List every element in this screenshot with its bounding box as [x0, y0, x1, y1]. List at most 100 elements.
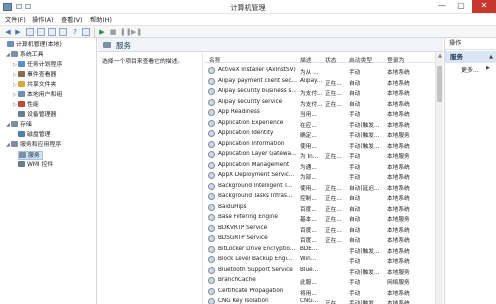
tree-item-label: WMI 控件 [27, 162, 54, 168]
stop-icon[interactable]: ■ [109, 28, 117, 36]
menu-bar: 文件(F) 操作(A) 查看(V) 帮助(H) [0, 14, 496, 25]
properties-icon[interactable] [37, 28, 45, 36]
table-row[interactable]: ActiveX Installer (AxInstSV) 为从 ... 手动 本地系统 [204, 65, 435, 76]
service-name: BitLocker Drive Encryptio... [218, 245, 296, 252]
column-header-name[interactable]: 名称 [209, 55, 221, 64]
scroll-up-icon[interactable]: ▲ [437, 53, 443, 59]
menu-file[interactable]: 文件(F) [5, 15, 26, 24]
table-row[interactable]: BDKVRTP Service 百度... 正在... 自动 本地系统 [204, 223, 435, 234]
tree-item-device-manager[interactable]: 设备管理器 [18, 111, 56, 120]
view-icon[interactable] [82, 28, 90, 36]
play-icon[interactable]: ▶ [98, 28, 106, 36]
table-row[interactable]: Base Filtering Engine 基本... 正在... 自动 本地服务 [204, 212, 435, 223]
menu-action[interactable]: 操作(A) [32, 15, 53, 24]
description-hint: 选择一个项目来查看它的描述。 [102, 59, 184, 65]
toolbar: ◀ ▶ ? ▶ ■ ❚❚ ▶❚ [0, 25, 496, 38]
service-name: Bluetooth Support Service [218, 266, 293, 273]
table-row[interactable]: BDSGRTP Service 百度... 正在... 自动 本地系统 [204, 233, 435, 244]
menu-view[interactable]: 查看(V) [61, 15, 82, 24]
tree-item-label: 性能 [27, 102, 39, 108]
tree-item-task-scheduler[interactable]: ▷ 任务计划程序 [13, 61, 62, 70]
refresh-icon[interactable] [48, 28, 56, 36]
table-row[interactable]: Application Identity 确定... 手动(触发... 本地服务 [204, 128, 435, 139]
description-pane: 选择一个项目来查看它的描述。 [98, 52, 203, 304]
service-description: BDE... [300, 245, 318, 252]
tree-item-label: 服务和应用程序 [20, 142, 62, 148]
maximize-button[interactable]: ▢ [452, 0, 470, 13]
tree-item-wmi-control[interactable]: WMI 控件 [18, 161, 53, 170]
tree-item-local-users-groups[interactable]: ▷ 本地用户和组 [13, 91, 62, 100]
vertical-scrollbar[interactable]: ▲ [435, 52, 443, 304]
table-row[interactable]: Alipay security business s... 为支付... 正在...… [204, 86, 435, 97]
collapse-icon[interactable]: ▲ [489, 51, 493, 63]
table-row[interactable]: Application Information 使用... 手动(触发... 本地系统 [204, 139, 435, 150]
table-row[interactable]: App Readiness 当用... 手动 本地系统 [204, 107, 435, 118]
tree-item-services[interactable]: 服务 [18, 151, 43, 160]
table-row[interactable]: Bluetooth Support Service Blue... 手动(触发...… [204, 265, 435, 276]
minimize-button[interactable]: — [433, 0, 451, 13]
service-status: 正在... [325, 301, 342, 304]
forward-icon[interactable]: ▶ [14, 28, 22, 36]
table-row[interactable]: BranchCache 此服... 手动 网络服务 [204, 275, 435, 286]
tree-item-label: 计算机管理(本地) [16, 42, 62, 48]
users-icon [18, 91, 25, 97]
service-name: App Readiness [218, 109, 260, 115]
service-description: Alipay... [300, 77, 323, 84]
service-name: Application Identity [218, 130, 274, 136]
service-logon-as: 本地系统 [387, 301, 410, 304]
table-row[interactable]: Block Level Backup Engi... Win... 手动 本地系统 [204, 254, 435, 265]
pause-icon[interactable]: ❚❚ [120, 28, 132, 36]
tools-icon [11, 51, 18, 57]
column-header-description[interactable]: 描述 [300, 55, 312, 64]
tree-item-storage[interactable]: ◢ 存储 [6, 121, 32, 130]
service-gear-icon [208, 172, 215, 179]
services-apps-icon [11, 141, 18, 147]
performance-icon [18, 101, 25, 107]
back-icon[interactable]: ◀ [4, 28, 12, 36]
restart-icon[interactable]: ▶❚ [131, 28, 142, 36]
table-row[interactable]: Alipay security service 为支付... 正在... 自动 本地系统 [204, 97, 435, 108]
toolbar-separator [94, 28, 95, 37]
table-row[interactable]: Application Experience 在应... 手动(触发... 本地系统 [204, 118, 435, 129]
close-button[interactable]: ✕ [472, 0, 496, 13]
tree-item-computer-management[interactable]: 计算机管理(本地) [2, 41, 62, 50]
help-icon[interactable]: ? [71, 28, 79, 36]
more-actions-label: 更多... [461, 67, 479, 74]
service-gear-icon [208, 161, 215, 169]
service-name: BranchCache [218, 277, 256, 283]
service-gear-icon [208, 151, 215, 158]
more-actions-link[interactable]: 更多... ▶ [461, 65, 490, 74]
table-row[interactable]: AppX Deployment Servic... 为部... 手动 本地系统 [204, 170, 435, 181]
scroll-thumb[interactable] [437, 66, 442, 102]
tree-item-event-viewer[interactable]: ▷ 事件查看器 [13, 71, 56, 80]
folder-icon [18, 81, 25, 87]
tree-item-system-tools[interactable]: ◢ 系统工具 [6, 51, 44, 60]
table-row[interactable]: Alipay payment client sec... Alipay... 正在.… [204, 76, 435, 87]
service-gear-icon [208, 67, 215, 74]
column-header-startup-type[interactable]: 启动类型 [349, 55, 372, 64]
table-row[interactable]: BitLocker Drive Encryptio... BDE... 手动(触发.… [204, 244, 435, 255]
up-icon[interactable] [26, 28, 34, 36]
tree-item-shared-folders[interactable]: ▷ 共享文件夹 [13, 81, 56, 90]
tree-item-services-and-applications[interactable]: ◢ 服务和应用程序 [6, 141, 61, 150]
table-row[interactable]: Background Intelligent T... 使用... 正在... 自动(… [204, 181, 435, 192]
table-row[interactable]: BaiduHips 百度... 正在... 自动 本地系统 [204, 202, 435, 213]
table-row[interactable]: Certificate Propagation 将用... 手动 本地系统 [204, 286, 435, 297]
column-header-logon-as[interactable]: 登录为 [387, 55, 404, 64]
service-name: Application Layer Gatewa... [218, 151, 297, 157]
actions-pane: 操作 服务 ▲ 更多... ▶ [444, 38, 496, 304]
menu-help[interactable]: 帮助(H) [90, 15, 112, 24]
service-name: CNG Key Isolation [218, 298, 269, 304]
tree-item-disk-management[interactable]: 磁盘管理 [18, 131, 51, 140]
export-icon[interactable] [59, 28, 67, 36]
table-row[interactable]: Background Tasks Infras... 控制... 正在... 自动 本地… [204, 191, 435, 202]
tree-item-label: 本地用户和组 [27, 92, 63, 98]
column-header-status[interactable]: 状态 [325, 55, 337, 64]
tree-item-performance[interactable]: ▷ 性能 [13, 101, 39, 110]
table-row[interactable]: Application Layer Gatewa... 为 In... 正在... 手… [204, 149, 435, 160]
table-row[interactable]: Application Management 为通... 手动 本地系统 [204, 160, 435, 171]
service-name: Application Management [218, 161, 290, 168]
service-gear-icon [208, 88, 215, 95]
actions-section-services[interactable]: 服务 ▲ [445, 51, 496, 63]
table-row[interactable]: CNG Key Isolation CNG... 正在... 手动(触发... 本地系统 [204, 296, 435, 304]
